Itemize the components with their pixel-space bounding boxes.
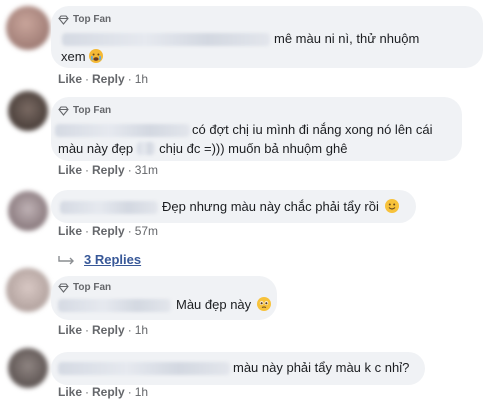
comment-actions: Like · Reply · 1h — [58, 323, 149, 337]
comment-actions: Like · Reply · 31m — [58, 163, 159, 177]
redacted-name — [55, 124, 190, 137]
top-fan-badge: Top Fan — [58, 282, 111, 293]
timestamp[interactable]: 31m — [135, 163, 158, 177]
redacted-name — [62, 33, 270, 46]
timestamp[interactable]: 1h — [135, 72, 148, 86]
avatar[interactable] — [8, 91, 48, 131]
reply-arrow-icon — [58, 255, 74, 265]
redacted-name — [60, 201, 158, 214]
like-button[interactable]: Like — [58, 163, 82, 177]
comment-text-line1: có đợt chị iu mình đi nắng xong nó lên c… — [192, 122, 433, 137]
top-fan-badge: Top Fan — [58, 105, 111, 116]
comment-actions: Like · Reply · 57m — [58, 224, 159, 238]
reply-button[interactable]: Reply — [92, 163, 125, 177]
like-button[interactable]: Like — [58, 224, 82, 238]
avatar[interactable] — [8, 348, 48, 388]
comment-actions: Like · Reply · 1h — [58, 72, 149, 86]
like-button[interactable]: Like — [58, 385, 82, 399]
redacted-word — [137, 142, 156, 155]
diamond-icon — [58, 14, 69, 25]
comment-text-line2: màu này đẹp chịu đc =))) muốn bả nhuộm gh… — [58, 141, 348, 156]
comment-text-line2: xem — [61, 47, 103, 66]
redacted-name — [58, 299, 171, 312]
comment-text: Màu đẹp này — [176, 295, 272, 314]
diamond-icon — [58, 282, 69, 293]
pleading-face-icon — [257, 297, 272, 311]
avatar[interactable] — [6, 268, 50, 312]
view-replies-link[interactable]: 3 Replies — [58, 252, 141, 267]
like-button[interactable]: Like — [58, 72, 82, 86]
diamond-icon — [58, 105, 69, 116]
smiling-face-icon — [384, 199, 399, 213]
reply-button[interactable]: Reply — [92, 224, 125, 238]
timestamp[interactable]: 1h — [135, 385, 148, 399]
comment-text: Đẹp nhưng màu này chắc phải tẩy rồi — [162, 197, 399, 216]
avatar[interactable] — [8, 191, 48, 231]
comment-text: màu này phải tẩy màu k c nhỉ? — [233, 360, 410, 375]
comment-actions: Like · Reply · 1h — [58, 385, 149, 399]
timestamp[interactable]: 57m — [135, 224, 158, 238]
timestamp[interactable]: 1h — [135, 323, 148, 337]
like-button[interactable]: Like — [58, 323, 82, 337]
comment-text-line1: mê màu ni nì, thử nhuộm — [274, 31, 420, 46]
redacted-name — [58, 362, 230, 375]
top-fan-badge: Top Fan — [58, 14, 111, 25]
reply-button[interactable]: Reply — [92, 385, 125, 399]
reply-button[interactable]: Reply — [92, 323, 125, 337]
avatar[interactable] — [6, 6, 50, 50]
reply-button[interactable]: Reply — [92, 72, 125, 86]
crying-face-icon — [88, 49, 103, 63]
